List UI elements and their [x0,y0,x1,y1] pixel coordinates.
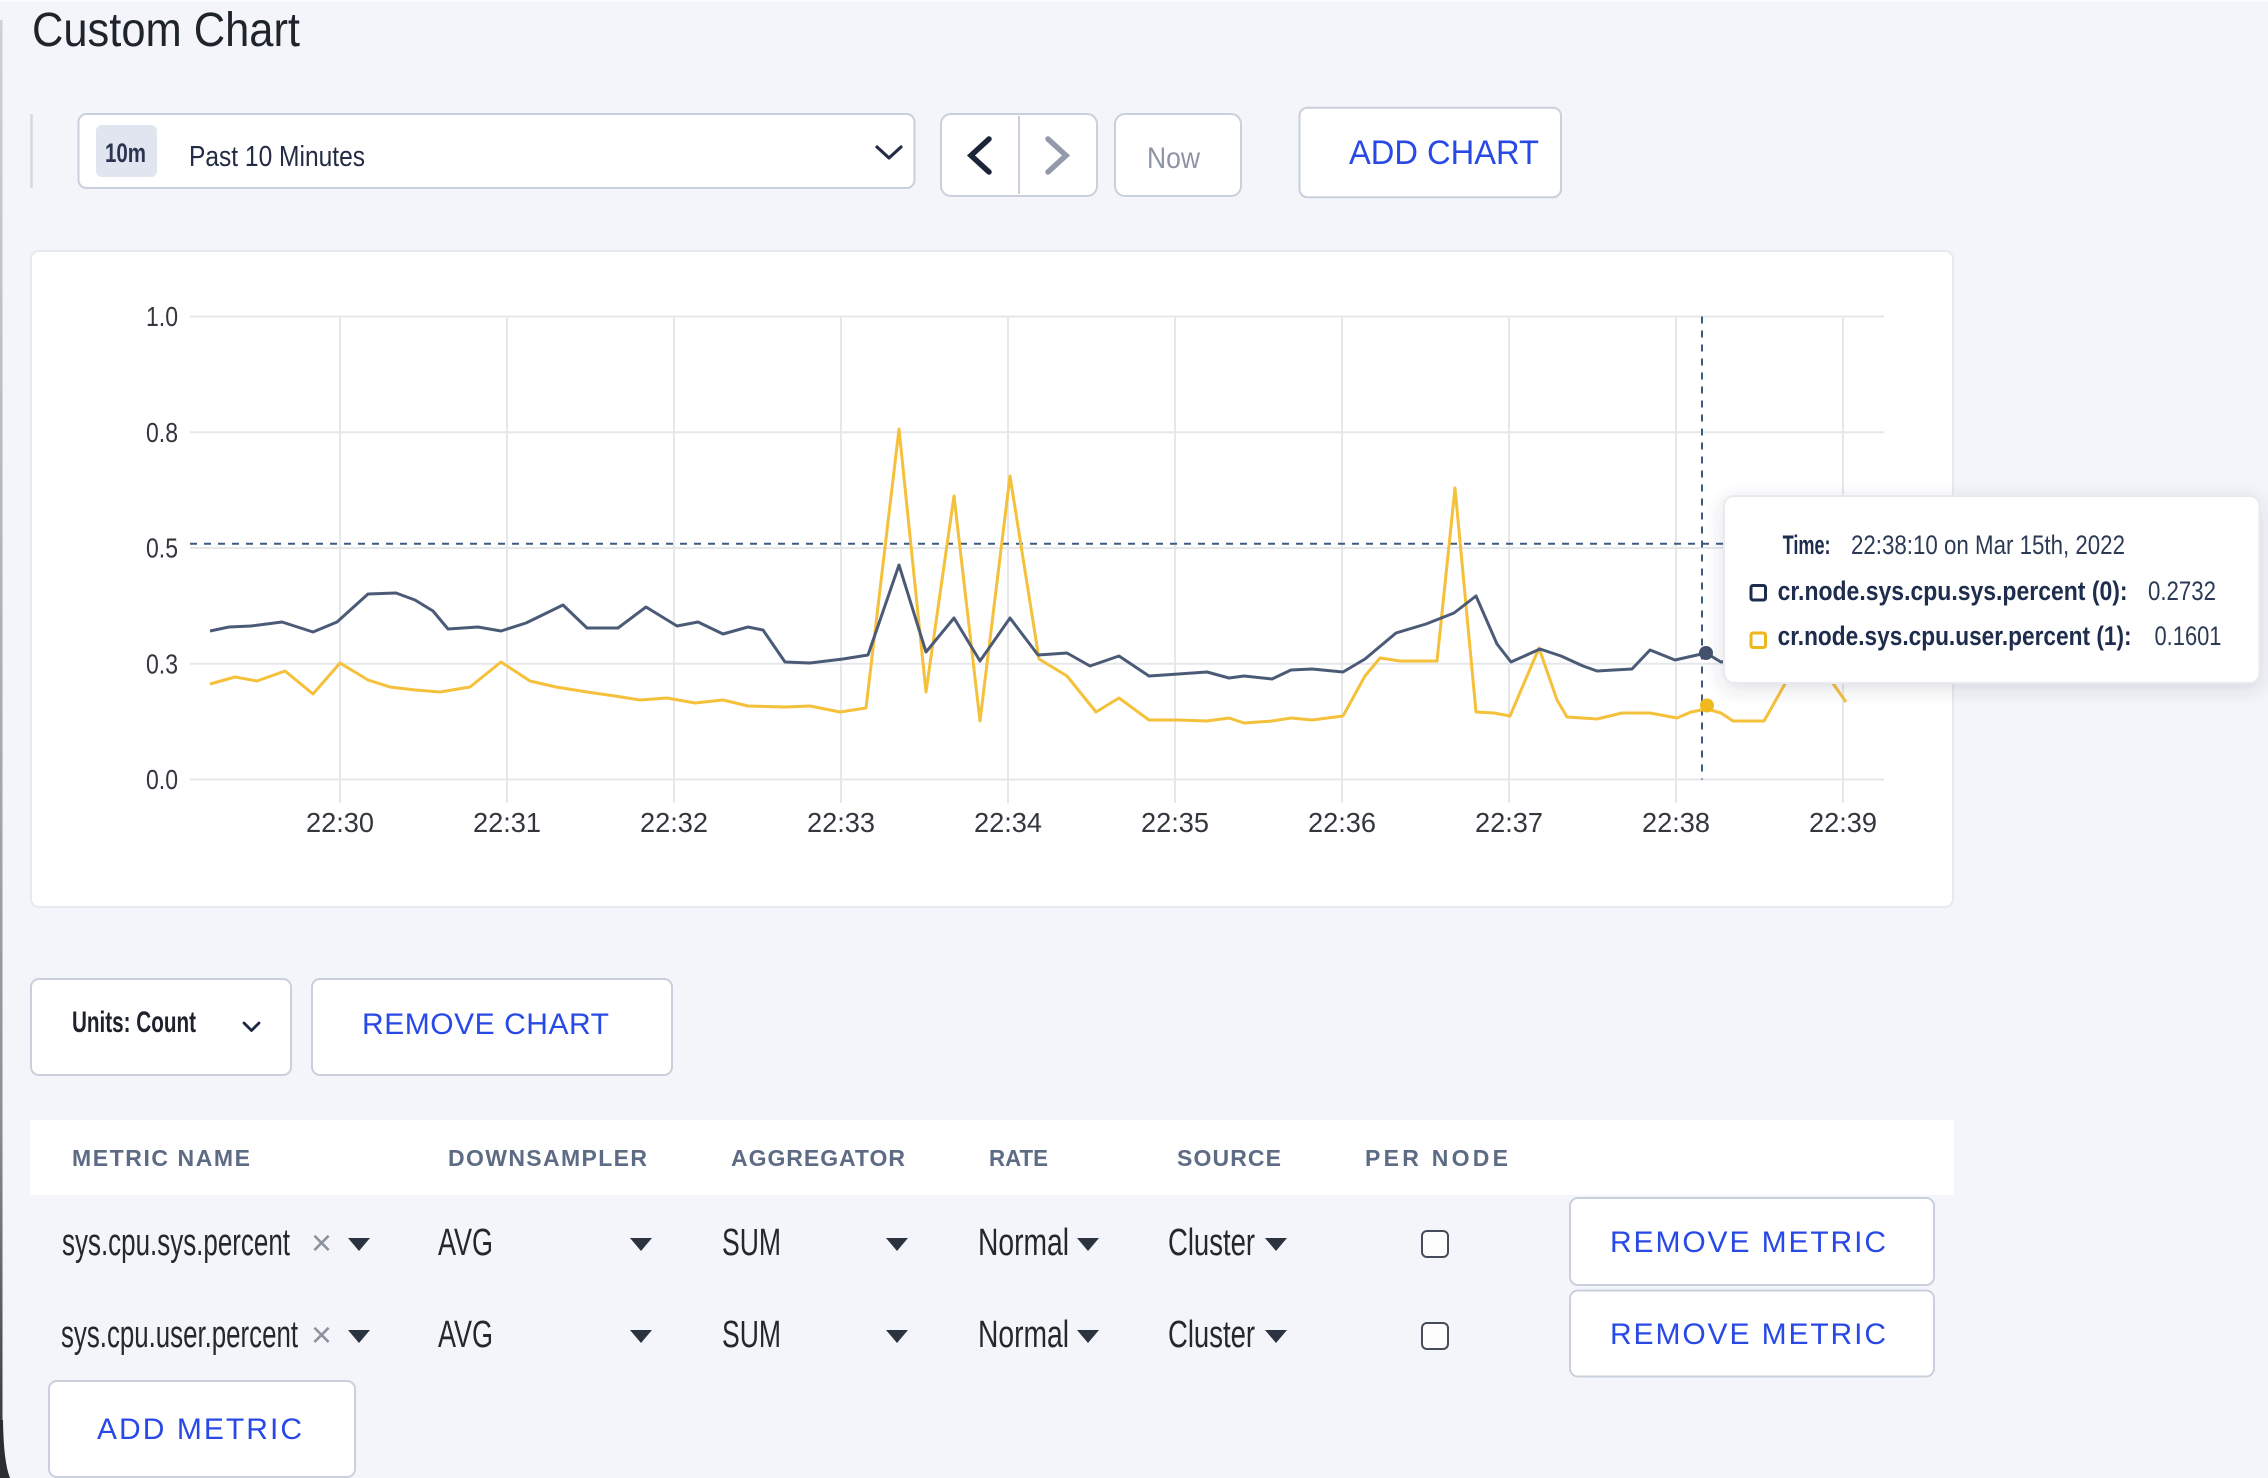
svg-text:22:34: 22:34 [974,807,1042,838]
svg-text:RATE: RATE [989,1145,1048,1171]
svg-text:10m: 10m [105,138,146,168]
svg-text:×: × [311,1314,332,1355]
svg-text:REMOVE METRIC: REMOVE METRIC [1610,1226,1886,1259]
svg-text:22:39: 22:39 [1809,807,1877,838]
svg-text:1.0: 1.0 [146,301,178,332]
svg-text:sys.cpu.sys.percent: sys.cpu.sys.percent [62,1222,290,1264]
svg-text:Units: Count: Units: Count [72,1006,196,1039]
svg-text:ADD CHART: ADD CHART [1349,134,1539,172]
svg-text:Now: Now [1147,142,1200,175]
svg-text:AVG: AVG [438,1222,493,1264]
svg-text:0.8: 0.8 [146,417,178,448]
svg-text:Custom Chart: Custom Chart [32,4,300,57]
svg-text:Past 10 Minutes: Past 10 Minutes [189,141,365,173]
svg-text:Cluster: Cluster [1168,1314,1255,1356]
svg-text:cr.node.sys.cpu.user.percent (: cr.node.sys.cpu.user.percent (1): [1778,621,2132,651]
svg-text:Normal: Normal [978,1222,1069,1264]
svg-text:sys.cpu.user.percent: sys.cpu.user.percent [61,1314,298,1356]
svg-text:22:33: 22:33 [807,807,875,838]
svg-text:SUM: SUM [722,1222,781,1264]
svg-text:METRIC NAME: METRIC NAME [72,1145,250,1171]
svg-text:DOWNSAMPLER: DOWNSAMPLER [448,1145,647,1171]
svg-text:Cluster: Cluster [1168,1222,1255,1264]
svg-text:×: × [311,1222,332,1263]
svg-text:0.3: 0.3 [146,648,178,679]
svg-text:AVG: AVG [438,1314,493,1356]
svg-text:22:38: 22:38 [1642,807,1710,838]
svg-text:0.1601: 0.1601 [2155,621,2222,651]
svg-text:AGGREGATOR: AGGREGATOR [731,1145,905,1171]
svg-text:REMOVE CHART: REMOVE CHART [362,1008,609,1041]
svg-text:0.5: 0.5 [146,533,178,564]
svg-text:PER NODE: PER NODE [1365,1145,1508,1171]
svg-text:22:31: 22:31 [473,807,541,838]
svg-text:22:37: 22:37 [1475,807,1543,838]
svg-text:22:35: 22:35 [1141,807,1209,838]
svg-text:0.2732: 0.2732 [2148,576,2216,606]
svg-text:cr.node.sys.cpu.sys.percent (0: cr.node.sys.cpu.sys.percent (0): [1778,576,2128,606]
svg-text:REMOVE METRIC: REMOVE METRIC [1610,1318,1886,1351]
svg-text:Time:: Time: [1783,530,1831,560]
svg-text:ADD METRIC: ADD METRIC [97,1413,302,1446]
svg-text:22:32: 22:32 [640,807,708,838]
svg-text:0.0: 0.0 [146,764,178,795]
svg-text:SUM: SUM [722,1314,781,1356]
svg-text:22:36: 22:36 [1308,807,1376,838]
svg-text:22:30: 22:30 [306,807,374,838]
svg-text:Normal: Normal [978,1314,1069,1356]
svg-text:22:38:10 on Mar 15th, 2022: 22:38:10 on Mar 15th, 2022 [1851,530,2125,560]
svg-text:SOURCE: SOURCE [1177,1145,1281,1171]
